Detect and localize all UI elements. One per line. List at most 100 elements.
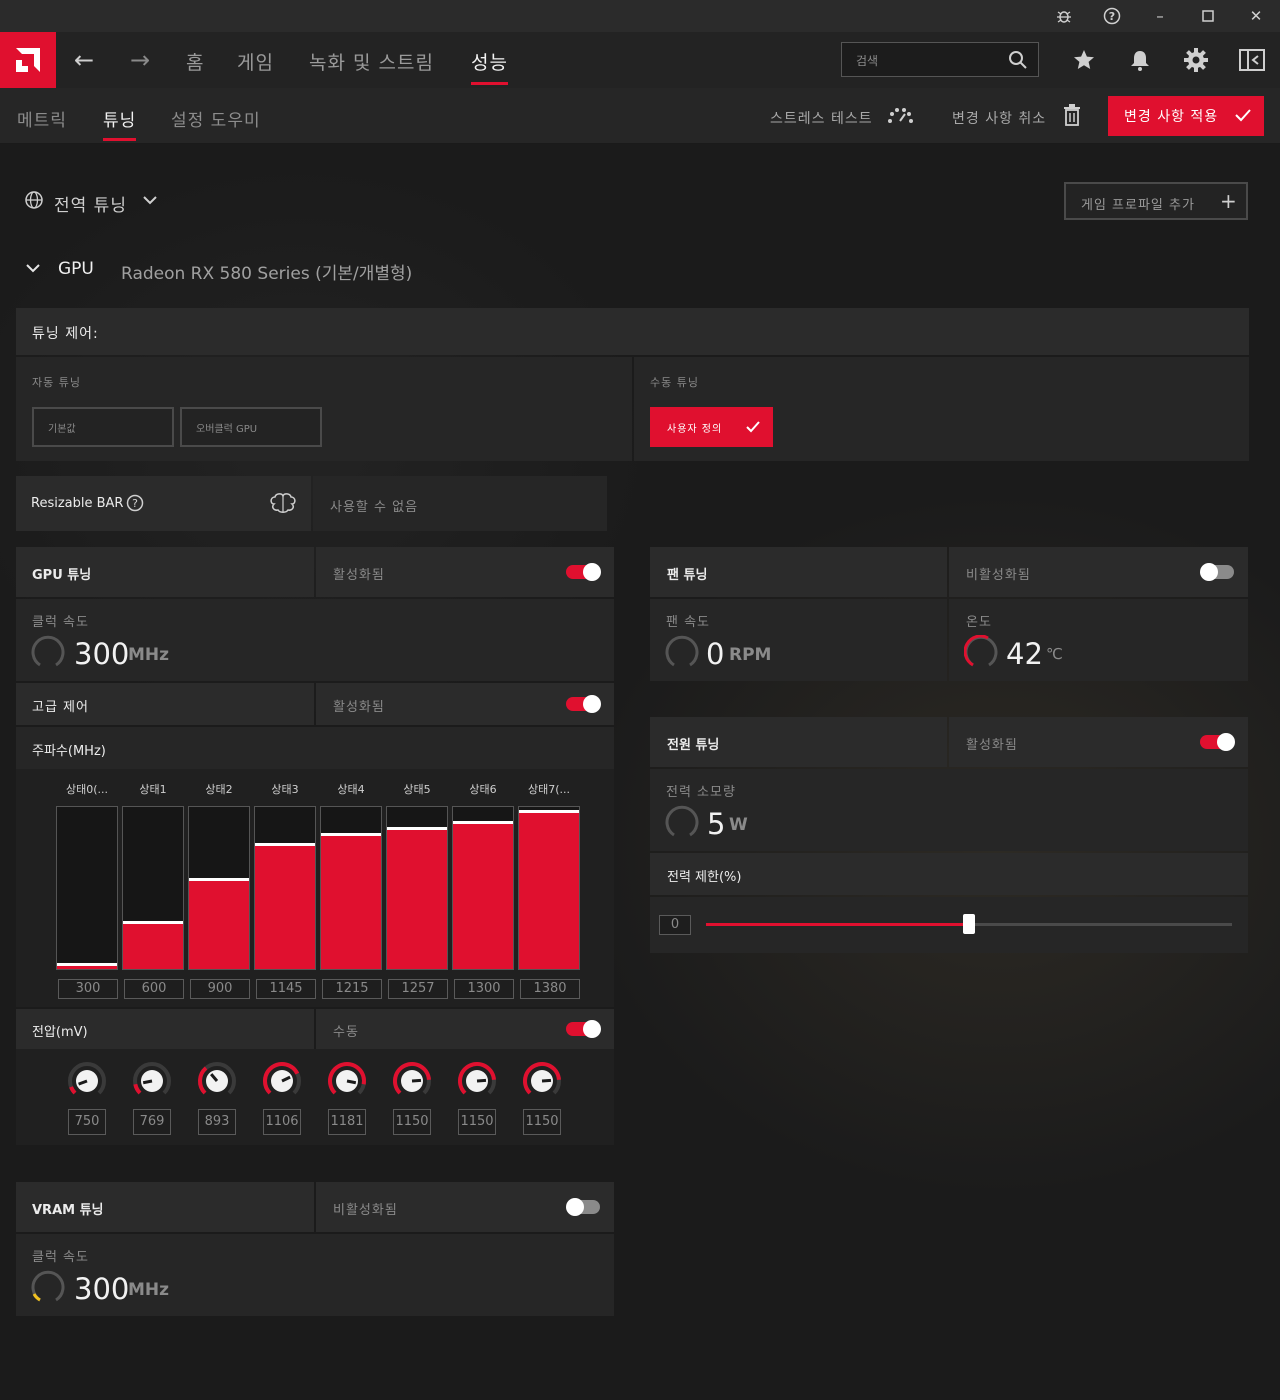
minimize-button[interactable]: – [1136, 0, 1184, 32]
voltage-knob[interactable] [457, 1061, 497, 1101]
frequency-value-input[interactable]: 1300 [454, 979, 514, 999]
frequency-bar-handle[interactable] [387, 827, 447, 830]
frequency-bar-handle[interactable] [519, 810, 579, 813]
power-limit-slider-thumb[interactable] [963, 914, 975, 934]
frequency-bar[interactable] [56, 806, 118, 970]
close-button[interactable]: ✕ [1232, 0, 1280, 32]
amd-logo[interactable] [0, 32, 56, 88]
frequency-bar-handle[interactable] [57, 963, 117, 966]
chevron-down-icon[interactable] [142, 192, 158, 212]
tab-setup-assistant[interactable]: 설정 도우미 [171, 106, 261, 131]
discard-changes-button[interactable]: 변경 사항 취소 [952, 108, 1046, 128]
gpu-tuning-status: 활성화됨 [316, 547, 614, 597]
favorites-star-icon[interactable] [1070, 46, 1098, 74]
trash-icon[interactable] [1062, 104, 1082, 130]
search-input[interactable]: 검색 [841, 42, 1039, 77]
sidebar-toggle-icon[interactable] [1238, 46, 1266, 74]
bug-report-icon[interactable] [1040, 0, 1088, 32]
vram-clock-panel: 클럭 속도 300 MHz [16, 1234, 614, 1316]
fan-status-label: 비활성화됨 [966, 568, 1031, 583]
forward-arrow-icon[interactable]: → [126, 46, 154, 74]
frequency-bar[interactable] [320, 806, 382, 970]
vram-tuning-title: VRAM 튜닝 [32, 1203, 104, 1218]
frequency-bar[interactable] [122, 806, 184, 970]
frequency-bar-handle[interactable] [321, 833, 381, 836]
back-arrow-icon[interactable]: ← [70, 46, 98, 74]
help-icon[interactable]: ? [1088, 0, 1136, 32]
maximize-button[interactable] [1184, 0, 1232, 32]
stress-test-button[interactable]: 스트레스 테스트 [770, 108, 873, 128]
frequency-value-input[interactable]: 1380 [520, 979, 580, 999]
voltage-knob[interactable] [327, 1061, 367, 1101]
voltage-value-input[interactable]: 893 [198, 1109, 236, 1135]
voltage-knob[interactable] [392, 1061, 432, 1101]
resizable-bar-status: 사용할 수 없음 [330, 500, 419, 515]
auto-tuning-label: 자동 튜닝 [32, 376, 81, 389]
voltage-knob[interactable] [132, 1061, 172, 1101]
overclock-gpu-button[interactable]: 오버클럭 GPU [180, 407, 322, 447]
apply-changes-label: 변경 사항 적용 [1124, 109, 1219, 125]
tab-home[interactable]: 홈 [186, 48, 204, 75]
custom-tuning-button[interactable]: 사용자 정의 [650, 407, 773, 447]
tab-tuning[interactable]: 튜닝 [103, 106, 137, 141]
voltage-toggle[interactable] [566, 1020, 601, 1038]
vram-tuning-status: 비활성화됨 [316, 1182, 614, 1232]
frequency-bar-handle[interactable] [189, 878, 249, 881]
frequency-bar-handle[interactable] [123, 921, 183, 924]
frequency-bar-handle[interactable] [453, 821, 513, 824]
voltage-value-input[interactable]: 750 [68, 1109, 106, 1135]
voltage-value-input[interactable]: 1181 [328, 1109, 366, 1135]
frequency-value-input[interactable]: 1215 [322, 979, 382, 999]
frequency-bar[interactable] [452, 806, 514, 970]
settings-gear-icon[interactable] [1182, 46, 1210, 74]
notifications-bell-icon[interactable] [1126, 46, 1154, 74]
vram-tuning-toggle[interactable] [566, 1198, 600, 1216]
tab-games[interactable]: 게임 [237, 48, 274, 75]
fan-speed-gauge-icon [665, 635, 699, 667]
tab-metrics[interactable]: 메트릭 [17, 106, 67, 131]
voltage-value-input[interactable]: 769 [133, 1109, 171, 1135]
voltage-knob[interactable] [522, 1061, 562, 1101]
tab-record-stream[interactable]: 녹화 및 스트림 [309, 48, 434, 75]
voltage-value-input[interactable]: 1106 [263, 1109, 301, 1135]
frequency-bar-fill [519, 813, 579, 969]
frequency-bar-handle[interactable] [255, 843, 315, 846]
frequency-value-input[interactable]: 1145 [256, 979, 316, 999]
vram-clock-gauge-icon [31, 1270, 65, 1302]
voltage-value-input[interactable]: 1150 [393, 1109, 431, 1135]
power-limit-input[interactable]: 0 [659, 915, 691, 935]
gpu-clock-panel: 클럭 속도 300 MHz [16, 599, 614, 681]
voltage-knob[interactable] [262, 1061, 302, 1101]
voltage-knob[interactable] [197, 1061, 237, 1101]
power-limit-label: 전력 제한(%) [667, 870, 742, 885]
power-limit-slider[interactable] [706, 914, 1232, 934]
frequency-value-input[interactable]: 1257 [388, 979, 448, 999]
fan-tuning-toggle[interactable] [1200, 563, 1234, 581]
tuning-control-header: 튜닝 제어: [16, 308, 1249, 355]
profile-scope-dropdown[interactable]: 전역 튜닝 [54, 191, 127, 216]
collapse-chevron-icon[interactable] [25, 260, 41, 280]
apply-changes-button[interactable]: 변경 사항 적용 [1108, 96, 1264, 136]
gpu-name: Radeon RX 580 Series (기본/개별형) [121, 264, 413, 284]
gpu-tuning-toggle[interactable] [566, 563, 601, 581]
frequency-bar[interactable] [254, 806, 316, 970]
tab-performance[interactable]: 성능 [471, 48, 508, 85]
frequency-value-input[interactable]: 300 [58, 979, 118, 999]
resizable-bar-panel: Resizable BAR ? [16, 476, 311, 531]
default-preset-button[interactable]: 기본값 [32, 407, 174, 447]
search-icon[interactable] [1008, 50, 1028, 74]
help-circle-icon[interactable]: ? [126, 494, 144, 516]
advanced-control-toggle[interactable] [566, 695, 601, 713]
frequency-bar[interactable] [386, 806, 448, 970]
frequency-bar[interactable] [518, 806, 580, 970]
speedometer-icon[interactable] [886, 105, 914, 129]
power-tuning-toggle[interactable] [1200, 733, 1235, 751]
voltage-knob[interactable] [67, 1061, 107, 1101]
voltage-value-input[interactable]: 1150 [458, 1109, 496, 1135]
frequency-bar[interactable] [188, 806, 250, 970]
checkmark-icon [745, 419, 761, 439]
frequency-value-input[interactable]: 600 [124, 979, 184, 999]
add-game-profile-button[interactable]: 게임 프로파일 추가 + [1064, 182, 1248, 220]
voltage-value-input[interactable]: 1150 [523, 1109, 561, 1135]
frequency-value-input[interactable]: 900 [190, 979, 250, 999]
